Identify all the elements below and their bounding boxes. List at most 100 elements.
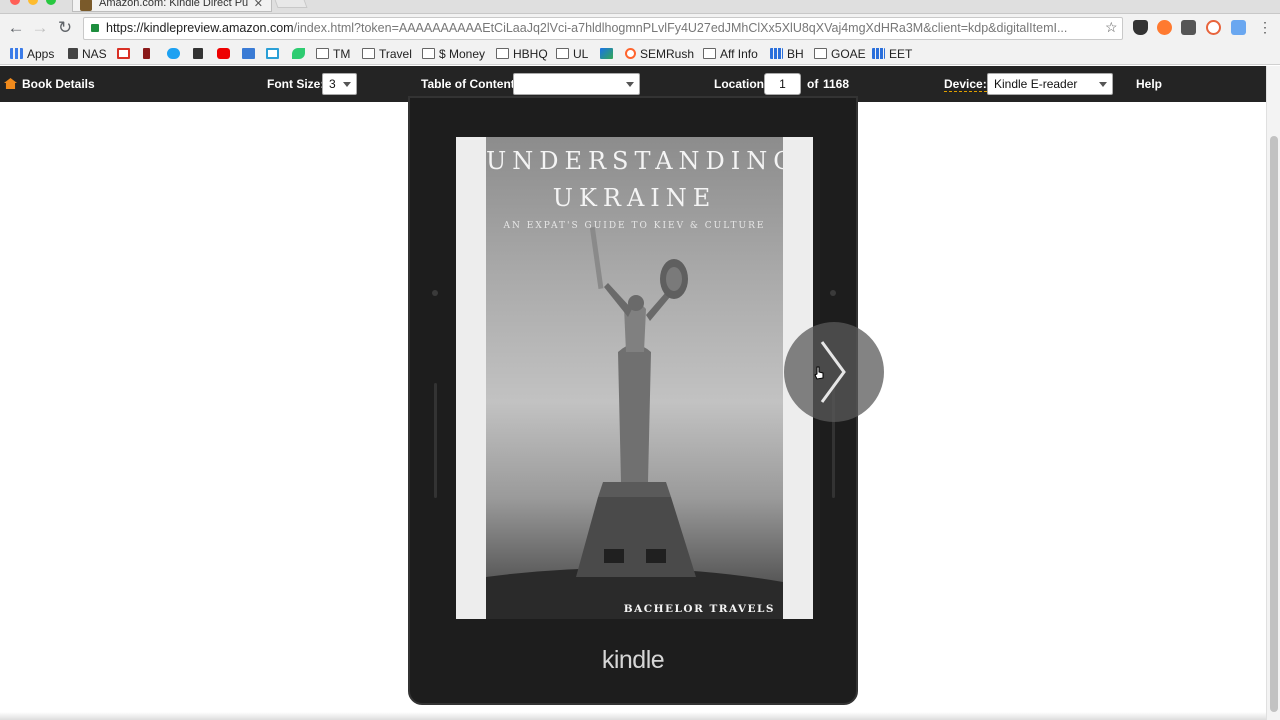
bookmark-saved[interactable]	[193, 46, 207, 62]
next-page-button[interactable]	[784, 322, 884, 422]
bookmark-twitter[interactable]	[167, 46, 184, 62]
home-icon	[4, 78, 17, 89]
bookmark-a-logo[interactable]	[600, 46, 617, 62]
bookmark-money[interactable]: $ Money	[422, 46, 485, 62]
bookmark-bracket[interactable]	[266, 46, 283, 62]
kindle-logo: kindle	[601, 646, 665, 674]
font-size-select[interactable]: 3	[322, 73, 357, 95]
bookmark-semrush[interactable]: SEMRush	[625, 46, 694, 62]
font-size-value: 3	[329, 77, 336, 91]
hand-cursor-icon	[814, 366, 824, 380]
tab-favicon-icon	[80, 0, 92, 11]
chevron-down-icon	[626, 82, 634, 87]
bookmark-tm[interactable]: TM	[316, 46, 350, 62]
bookmark-apps[interactable]: Apps	[10, 46, 54, 62]
maximize-window-icon[interactable]	[46, 0, 56, 5]
bookmark-youtube[interactable]	[217, 46, 234, 62]
bookmark-bh[interactable]: BH	[770, 46, 804, 62]
folder-icon	[362, 48, 375, 59]
bookmark-ul[interactable]: UL	[556, 46, 588, 62]
extension-blue-icon[interactable]	[1231, 20, 1246, 35]
book-cover: UNDERSTANDING UKRAINE AN EXPAT'S GUIDE T…	[486, 137, 783, 619]
url-path: /index.html?token=AAAAAAAAAAEtCiLaaJq2lV…	[293, 21, 1068, 35]
kindle-screen: UNDERSTANDING UKRAINE AN EXPAT'S GUIDE T…	[456, 137, 813, 619]
page-turn-strip-left	[434, 383, 437, 498]
device-label: Device:	[944, 77, 987, 92]
page-scrollbar[interactable]	[1266, 66, 1280, 720]
extension-orange-icon[interactable]	[1157, 20, 1172, 35]
folder-icon	[496, 48, 509, 59]
browser-tab-strip: Amazon.com: Kindle Direct Pu ✕	[0, 0, 1280, 14]
extension-m-icon[interactable]	[1181, 20, 1196, 35]
bottom-shadow	[0, 712, 1266, 720]
book-subtitle: AN EXPAT'S GUIDE TO KIEV & CULTURE	[503, 221, 766, 231]
back-icon[interactable]: ←	[6, 18, 26, 38]
close-window-icon[interactable]	[10, 0, 20, 5]
bookmark-gmail[interactable]	[117, 46, 134, 62]
location-of-label: of	[807, 77, 819, 91]
browser-menu-icon[interactable]: ⋮	[1258, 20, 1272, 35]
device-select[interactable]: Kindle E-reader	[987, 73, 1113, 95]
bookmarks-bar: Apps NAS TM Travel $ Money HBHQ UL SEMRu…	[0, 42, 1280, 65]
kindle-device-frame: UNDERSTANDING UKRAINE AN EXPAT'S GUIDE T…	[408, 96, 858, 705]
tab-close-icon[interactable]: ✕	[254, 0, 263, 10]
device-sensor-left	[432, 290, 438, 296]
toc-label: Table of Contents:	[421, 77, 526, 91]
book-author: BACHELOR TRAVELS	[623, 603, 775, 615]
address-bar[interactable]: https://kindlepreview.amazon.com/index.h…	[83, 17, 1123, 40]
bookmark-pin[interactable]	[143, 46, 154, 62]
folder-icon	[316, 48, 329, 59]
font-size-label: Font Size:	[267, 77, 325, 91]
bookmark-nas[interactable]: NAS	[68, 46, 107, 62]
bookmark-aff-info[interactable]: Aff Info	[703, 46, 758, 62]
url-host: https://kindlepreview.amazon.com	[106, 21, 294, 35]
extension-circle-icon[interactable]	[1206, 20, 1221, 35]
minimize-window-icon[interactable]	[28, 0, 38, 5]
forward-icon[interactable]: →	[30, 18, 50, 38]
location-total: 1168	[823, 77, 850, 91]
location-label: Location:	[714, 77, 768, 91]
scrollbar-thumb[interactable]	[1270, 136, 1278, 712]
tab-title: Amazon.com: Kindle Direct Pu	[99, 0, 249, 9]
extension-shield-icon[interactable]	[1133, 20, 1148, 35]
book-title-line1: UNDERSTANDING	[486, 147, 783, 175]
bookmark-goae[interactable]: GOAE	[814, 46, 866, 62]
bookmark-star-icon[interactable]: ☆	[1105, 19, 1118, 36]
lock-icon	[91, 24, 99, 32]
folder-icon	[556, 48, 569, 59]
grid-icon	[770, 48, 783, 59]
book-title-line2: UKRAINE	[552, 184, 717, 212]
apps-grid-icon	[10, 48, 23, 59]
folder-icon	[422, 48, 435, 59]
chevron-down-icon	[1099, 82, 1107, 87]
browser-tab[interactable]: Amazon.com: Kindle Direct Pu ✕	[72, 0, 272, 12]
layers-icon	[242, 48, 255, 59]
leaf-icon	[292, 48, 305, 59]
folder-icon	[703, 48, 716, 59]
help-link[interactable]: Help	[1136, 77, 1162, 91]
chevron-down-icon	[343, 82, 351, 87]
gmail-icon	[117, 48, 130, 59]
nas-icon	[68, 48, 78, 59]
toc-select[interactable]	[513, 73, 640, 95]
semrush-icon	[625, 48, 636, 59]
new-tab-button[interactable]	[272, 0, 308, 8]
bookmark-travel[interactable]: Travel	[362, 46, 412, 62]
bookmark-layers[interactable]	[242, 46, 259, 62]
reload-icon[interactable]: ↻	[55, 18, 75, 38]
location-input[interactable]: 1	[764, 73, 801, 95]
device-sensor-right	[830, 290, 836, 296]
bookmark-hbhq[interactable]: HBHQ	[496, 46, 548, 62]
grid-icon	[872, 48, 885, 59]
bookmark-eet[interactable]: EET	[872, 46, 912, 62]
bookmark-icon	[193, 48, 203, 59]
folder-icon	[814, 48, 827, 59]
pin-icon	[143, 48, 150, 59]
bookmark-leaf[interactable]	[292, 46, 309, 62]
bracket-icon	[266, 48, 279, 59]
youtube-icon	[217, 48, 230, 59]
a-logo-icon	[600, 48, 613, 59]
book-details-link[interactable]: Book Details	[4, 77, 95, 91]
device-value: Kindle E-reader	[994, 77, 1078, 91]
twitter-icon	[167, 48, 180, 59]
